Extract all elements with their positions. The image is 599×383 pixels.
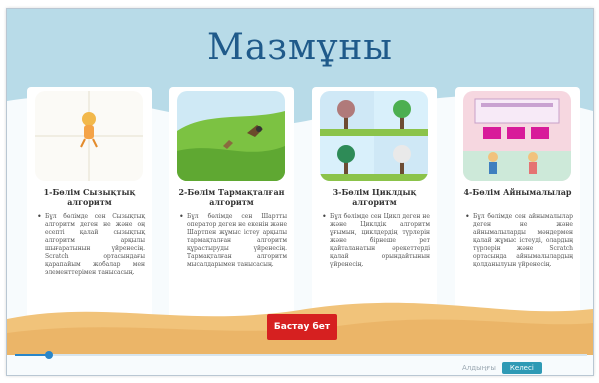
- slide-frame: Мазмұны 1-Бөлім Сызықтық алгоритм Бұл бө…: [6, 8, 594, 376]
- chapter-1-title: 1-Бөлім Сызықтық алгоритм: [43, 187, 136, 207]
- progress-bar[interactable]: [15, 351, 587, 359]
- chapter-card-1[interactable]: 1-Бөлім Сызықтық алгоритм Бұл бөлімде се…: [27, 87, 152, 325]
- chapter-1-description: Бұл бөлімде сен Сызықтық алгоритм деген …: [37, 213, 145, 277]
- progress-fill: [15, 354, 50, 356]
- next-button[interactable]: Келесі: [501, 362, 542, 374]
- chapter-2-thumbnail: [177, 91, 285, 181]
- chapter-cards: 1-Бөлім Сызықтық алгоритм Бұл бөлімде се…: [27, 87, 582, 332]
- chapter-4-title: 4-Бөлім Айнымалылар: [463, 187, 572, 197]
- chapter-3-title: 3-Бөлім Циклдық алгоритм: [332, 187, 417, 207]
- chapter-card-2[interactable]: 2-Бөлім Тармақталған алгоритм Бұл бөлімд…: [169, 87, 294, 325]
- chapter-card-3[interactable]: 3-Бөлім Циклдық алгоритм Бұл бөлімде сен…: [312, 87, 437, 325]
- navigation: Алдыңғы Келесі: [462, 361, 542, 375]
- page-title: Мазмұны: [207, 27, 393, 68]
- chapter-3-description: Бұл бөлімде сен Цикл деген не және Циклд…: [322, 213, 430, 269]
- prev-button[interactable]: Алдыңғы: [462, 364, 496, 372]
- chapter-2-description: Бұл бөлімде сен Шартты оператор деген не…: [179, 213, 287, 269]
- chapter-3-thumbnail: [320, 91, 428, 181]
- progress-handle[interactable]: [45, 351, 54, 359]
- chapter-1-thumbnail: [35, 91, 143, 181]
- chapter-card-4[interactable]: 4-Бөлім Айнымалылар Бұл бөлімде сен айны…: [455, 87, 580, 325]
- chapter-2-title: 2-Бөлім Тармақталған алгоритм: [178, 187, 285, 207]
- chapter-4-description: Бұл бөлімде сен айнымалылар деген не жән…: [465, 213, 573, 269]
- chapter-4-thumbnail: [463, 91, 571, 181]
- start-button[interactable]: Бастау бет: [267, 314, 337, 340]
